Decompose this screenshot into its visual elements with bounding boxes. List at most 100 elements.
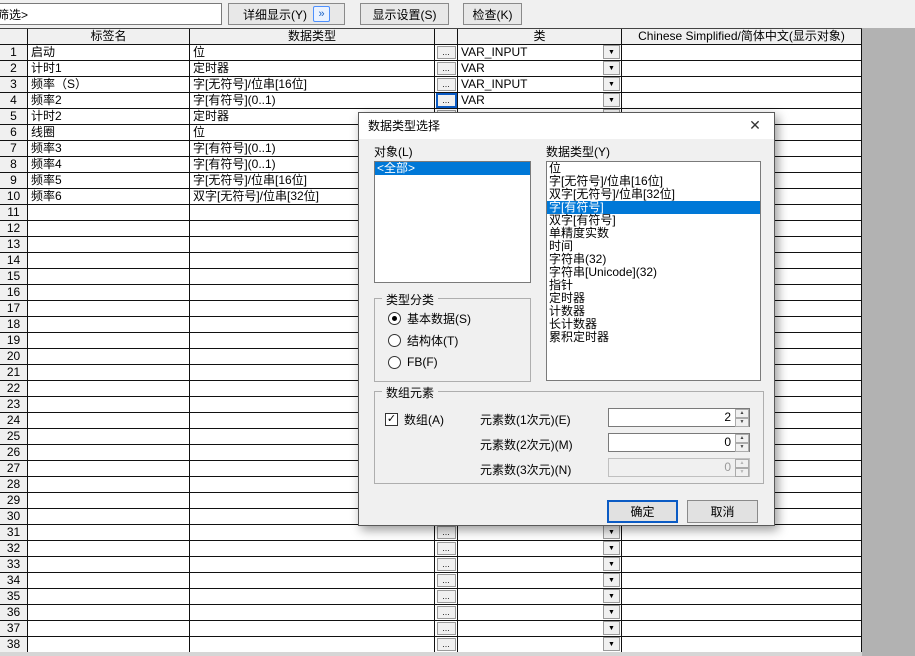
cell-label[interactable] (28, 397, 190, 412)
datatype-picker-button[interactable]: ... (437, 62, 456, 75)
cell-class[interactable]: VAR_INPUT▼ (458, 45, 622, 60)
datatype-list-item[interactable]: 单精度实数 (547, 227, 760, 240)
cancel-button[interactable]: 取消 (687, 500, 758, 523)
cell-class[interactable]: VAR▼ (458, 61, 622, 76)
double-chevron-icon[interactable]: » (313, 6, 330, 22)
element-count-field[interactable]: 2 ▲▼ (608, 408, 750, 427)
cell-datatype[interactable] (190, 605, 435, 620)
object-listbox[interactable]: <全部> (374, 161, 531, 283)
element-count-field[interactable]: 0 ▲▼ (608, 433, 750, 452)
cell-datatype[interactable]: 字[无符号]/位串[16位] (190, 77, 435, 92)
cell-label[interactable] (28, 429, 190, 444)
cell-comment[interactable] (622, 589, 862, 604)
cell-class[interactable]: ▼ (458, 621, 622, 636)
spinner-buttons[interactable]: ▲▼ (735, 459, 749, 476)
cell-class[interactable]: ▼ (458, 541, 622, 556)
datatype-picker-button[interactable]: ... (437, 542, 456, 555)
cell-datatype[interactable]: 位 (190, 45, 435, 60)
cell-label[interactable]: 频率（S） (28, 77, 190, 92)
cell-label[interactable] (28, 509, 190, 524)
spinner-up-icon[interactable]: ▲ (735, 409, 749, 418)
dropdown-arrow-icon[interactable]: ▼ (603, 605, 620, 619)
datatype-picker-button[interactable]: ... (437, 590, 456, 603)
dropdown-arrow-icon[interactable]: ▼ (603, 557, 620, 571)
cell-comment[interactable] (622, 541, 862, 556)
display-settings-button[interactable]: 显示设置(S) (360, 3, 449, 25)
cell-class[interactable]: ▼ (458, 525, 622, 540)
filter-input[interactable] (0, 3, 222, 25)
type-category-radio[interactable]: 结构体(T) (388, 332, 458, 348)
cell-label[interactable] (28, 605, 190, 620)
spinner-down-icon[interactable]: ▼ (735, 468, 749, 477)
cell-class[interactable]: ▼ (458, 637, 622, 652)
cell-class[interactable]: VAR_INPUT▼ (458, 77, 622, 92)
radio-icon[interactable] (388, 312, 401, 325)
cell-datatype[interactable] (190, 573, 435, 588)
dropdown-arrow-icon[interactable]: ▼ (603, 93, 620, 107)
detail-display-button[interactable]: 详细显示(Y) » (228, 3, 345, 25)
cell-class[interactable]: ▼ (458, 589, 622, 604)
spinner-down-icon[interactable]: ▼ (735, 443, 749, 452)
cell-datatype[interactable]: 字[有符号](0..1) (190, 93, 435, 108)
object-list-item[interactable]: <全部> (375, 162, 530, 175)
cell-label[interactable] (28, 381, 190, 396)
datatype-picker-button[interactable]: ... (437, 622, 456, 635)
cell-label[interactable] (28, 525, 190, 540)
datatype-picker-button[interactable]: ... (437, 526, 456, 539)
cell-class[interactable]: ▼ (458, 557, 622, 572)
cell-label[interactable] (28, 317, 190, 332)
cell-class[interactable]: ▼ (458, 573, 622, 588)
cell-comment[interactable] (622, 45, 862, 60)
cell-class[interactable]: VAR▼ (458, 93, 622, 108)
cell-label[interactable] (28, 237, 190, 252)
dropdown-arrow-icon[interactable]: ▼ (603, 637, 620, 651)
cell-label[interactable] (28, 333, 190, 348)
cell-label[interactable]: 频率3 (28, 141, 190, 156)
cell-datatype[interactable]: 定时器 (190, 61, 435, 76)
cell-comment[interactable] (622, 621, 862, 636)
radio-icon[interactable] (388, 356, 401, 369)
spinner-up-icon[interactable]: ▲ (735, 434, 749, 443)
cell-label[interactable]: 频率5 (28, 173, 190, 188)
close-icon[interactable]: ✕ (736, 113, 774, 139)
cell-label[interactable] (28, 205, 190, 220)
cell-label[interactable]: 频率4 (28, 157, 190, 172)
cell-label[interactable] (28, 573, 190, 588)
cell-label[interactable] (28, 253, 190, 268)
dropdown-arrow-icon[interactable]: ▼ (603, 589, 620, 603)
array-checkbox[interactable]: ✓ (385, 413, 398, 426)
element-count-field[interactable]: 0 ▲▼ (608, 458, 750, 477)
check-button[interactable]: 检查(K) (463, 3, 522, 25)
cell-label[interactable] (28, 589, 190, 604)
cell-label[interactable] (28, 365, 190, 380)
cell-comment[interactable] (622, 637, 862, 652)
datatype-picker-button[interactable]: ... (437, 558, 456, 571)
cell-comment[interactable] (622, 557, 862, 572)
cell-datatype[interactable] (190, 541, 435, 556)
dropdown-arrow-icon[interactable]: ▼ (603, 573, 620, 587)
cell-label[interactable] (28, 413, 190, 428)
cell-datatype[interactable] (190, 525, 435, 540)
cell-label[interactable] (28, 221, 190, 236)
horizontal-scrollbar[interactable] (0, 652, 862, 656)
datatype-listbox[interactable]: 位字[无符号]/位串[16位]双字[无符号]/位串[32位]字[有符号]双字[有… (546, 161, 761, 381)
dialog-titlebar[interactable]: 数据类型选择 ✕ (359, 113, 774, 139)
cell-label[interactable]: 频率6 (28, 189, 190, 204)
cell-datatype[interactable] (190, 589, 435, 604)
cell-comment[interactable] (622, 77, 862, 92)
cell-datatype[interactable] (190, 557, 435, 572)
radio-icon[interactable] (388, 334, 401, 347)
spinner-down-icon[interactable]: ▼ (735, 418, 749, 427)
dropdown-arrow-icon[interactable]: ▼ (603, 525, 620, 539)
cell-label[interactable] (28, 269, 190, 284)
datatype-picker-button[interactable]: ... (437, 78, 456, 91)
cell-label[interactable]: 频率2 (28, 93, 190, 108)
dropdown-arrow-icon[interactable]: ▼ (603, 621, 620, 635)
cell-label[interactable] (28, 541, 190, 556)
cell-label[interactable] (28, 493, 190, 508)
datatype-picker-button[interactable]: ... (437, 638, 456, 651)
cell-label[interactable]: 线圈 (28, 125, 190, 140)
cell-label[interactable] (28, 557, 190, 572)
cell-label[interactable] (28, 637, 190, 652)
cell-datatype[interactable] (190, 637, 435, 652)
